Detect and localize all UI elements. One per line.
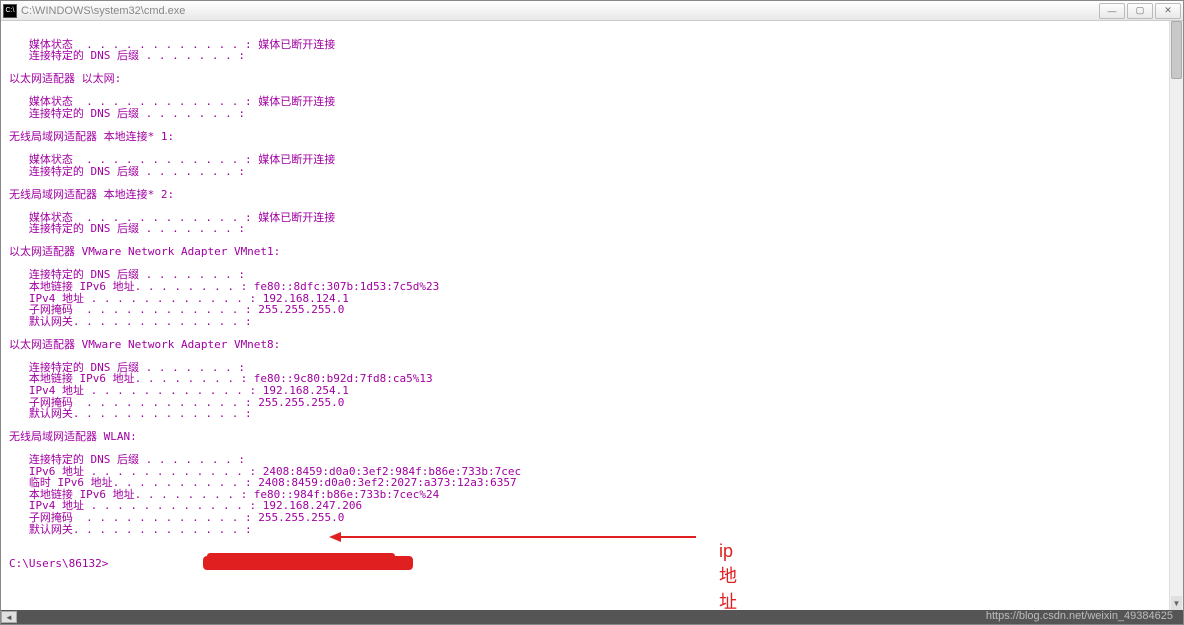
window-title: C:\WINDOWS\system32\cmd.exe [21,5,1099,17]
close-button[interactable]: ✕ [1155,3,1181,19]
scroll-down-arrow[interactable]: ▼ [1171,596,1182,610]
cmd-window: C:\ C:\WINDOWS\system32\cmd.exe — ▢ ✕ 媒体… [0,0,1184,625]
minimize-button[interactable]: — [1099,3,1125,19]
maximize-button[interactable]: ▢ [1127,3,1153,19]
vertical-scrollbar[interactable]: ▲ ▼ [1169,21,1183,610]
terminal-output[interactable]: 媒体状态 . . . . . . . . . . . . : 媒体已断开连接 连… [1,21,1183,624]
scroll-thumb[interactable] [1171,21,1182,79]
watermark-text: https://blog.csdn.net/weixin_49384625 [986,610,1173,622]
scroll-left-arrow[interactable]: ◄ [1,611,17,623]
titlebar[interactable]: C:\ C:\WINDOWS\system32\cmd.exe — ▢ ✕ [1,1,1183,21]
cmd-icon: C:\ [3,4,17,18]
horizontal-scrollbar[interactable]: ◄ https://blog.csdn.net/weixin_49384625 [1,610,1183,624]
